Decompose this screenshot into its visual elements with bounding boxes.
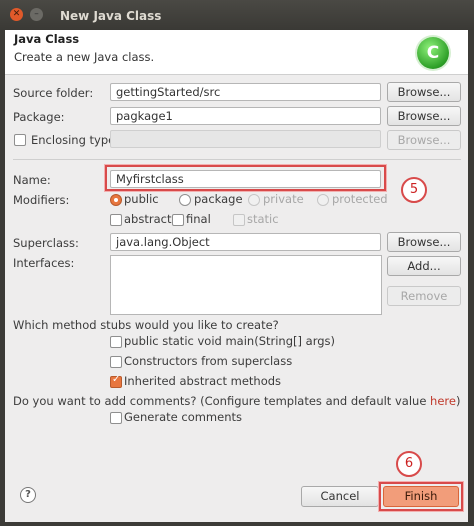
enclosing-type-input xyxy=(110,130,381,148)
stub-constructors-label: Constructors from superclass xyxy=(124,354,293,368)
help-icon[interactable]: ? xyxy=(20,487,36,503)
configure-templates-link[interactable]: here xyxy=(430,394,456,408)
enclosing-type-browse-button: Browse... xyxy=(387,130,461,150)
package-input[interactable]: pagkage1 xyxy=(110,107,381,125)
stub-constructors-checkbox[interactable] xyxy=(110,356,122,368)
modifiers-label: Modifiers: xyxy=(13,193,70,207)
minimize-window-icon[interactable]: – xyxy=(30,8,43,21)
superclass-input[interactable]: java.lang.Object xyxy=(110,233,381,251)
source-folder-browse-button[interactable]: Browse... xyxy=(387,82,461,102)
modifier-abstract-label: abstract xyxy=(124,212,172,226)
finish-highlight-box xyxy=(379,482,463,511)
modifier-private-label: private xyxy=(263,192,304,206)
modifier-public-radio[interactable] xyxy=(110,194,122,206)
window-titlebar: ✕ – New Java Class xyxy=(0,0,474,30)
stub-main-checkbox[interactable] xyxy=(110,336,122,348)
close-window-icon[interactable]: ✕ xyxy=(10,8,23,21)
window-title: New Java Class xyxy=(60,9,162,23)
name-label: Name: xyxy=(13,173,51,187)
superclass-label: Superclass: xyxy=(13,236,79,250)
modifier-protected-radio xyxy=(317,194,329,206)
method-stubs-question: Which method stubs would you like to cre… xyxy=(13,318,279,332)
new-java-class-dialog: Java Class Create a new Java class. C So… xyxy=(5,30,468,522)
name-highlight-box xyxy=(105,165,386,191)
step-5-badge: 5 xyxy=(401,177,427,203)
package-label: Package: xyxy=(13,110,65,124)
interfaces-list[interactable] xyxy=(110,255,382,315)
modifier-static-checkbox xyxy=(233,214,245,226)
separator xyxy=(13,159,461,160)
modifier-private-radio xyxy=(248,194,260,206)
java-class-logo-icon: C xyxy=(417,37,449,69)
modifier-protected-label: protected xyxy=(332,192,388,206)
modifier-package-label: package xyxy=(194,192,243,206)
superclass-browse-button[interactable]: Browse... xyxy=(387,232,461,252)
interfaces-label: Interfaces: xyxy=(13,256,75,270)
comments-question-text: Do you want to add comments? (Configure … xyxy=(13,394,431,408)
source-folder-label: Source folder: xyxy=(13,86,94,100)
comments-question: Do you want to add comments? (Configure … xyxy=(13,394,460,408)
banner-title: Java Class xyxy=(14,32,80,46)
package-browse-button[interactable]: Browse... xyxy=(387,106,461,126)
banner-description: Create a new Java class. xyxy=(14,50,155,64)
modifier-package-radio[interactable] xyxy=(179,194,191,206)
interfaces-remove-button: Remove xyxy=(387,286,461,306)
source-folder-input[interactable]: gettingStarted/src xyxy=(110,83,381,101)
step-6-badge: 6 xyxy=(396,451,422,477)
interfaces-add-button[interactable]: Add... xyxy=(387,256,461,276)
modifier-abstract-checkbox[interactable] xyxy=(110,214,122,226)
stub-inherited-checkbox[interactable] xyxy=(110,374,122,388)
enclosing-type-label: Enclosing type: xyxy=(31,133,120,147)
comments-question-suffix: ) xyxy=(455,394,461,408)
stub-main-label: public static void main(String[] args) xyxy=(124,334,335,348)
modifier-final-label: final xyxy=(186,212,211,226)
modifier-static-label: static xyxy=(247,212,279,226)
generate-comments-checkbox[interactable] xyxy=(110,412,122,424)
generate-comments-label: Generate comments xyxy=(124,410,242,424)
dialog-banner: Java Class Create a new Java class. C xyxy=(5,30,468,75)
cancel-button[interactable]: Cancel xyxy=(301,486,379,507)
stub-inherited-label: Inherited abstract methods xyxy=(124,374,282,388)
modifier-final-checkbox[interactable] xyxy=(172,214,184,226)
enclosing-type-checkbox[interactable] xyxy=(14,134,26,146)
modifier-public-label: public xyxy=(124,192,159,206)
